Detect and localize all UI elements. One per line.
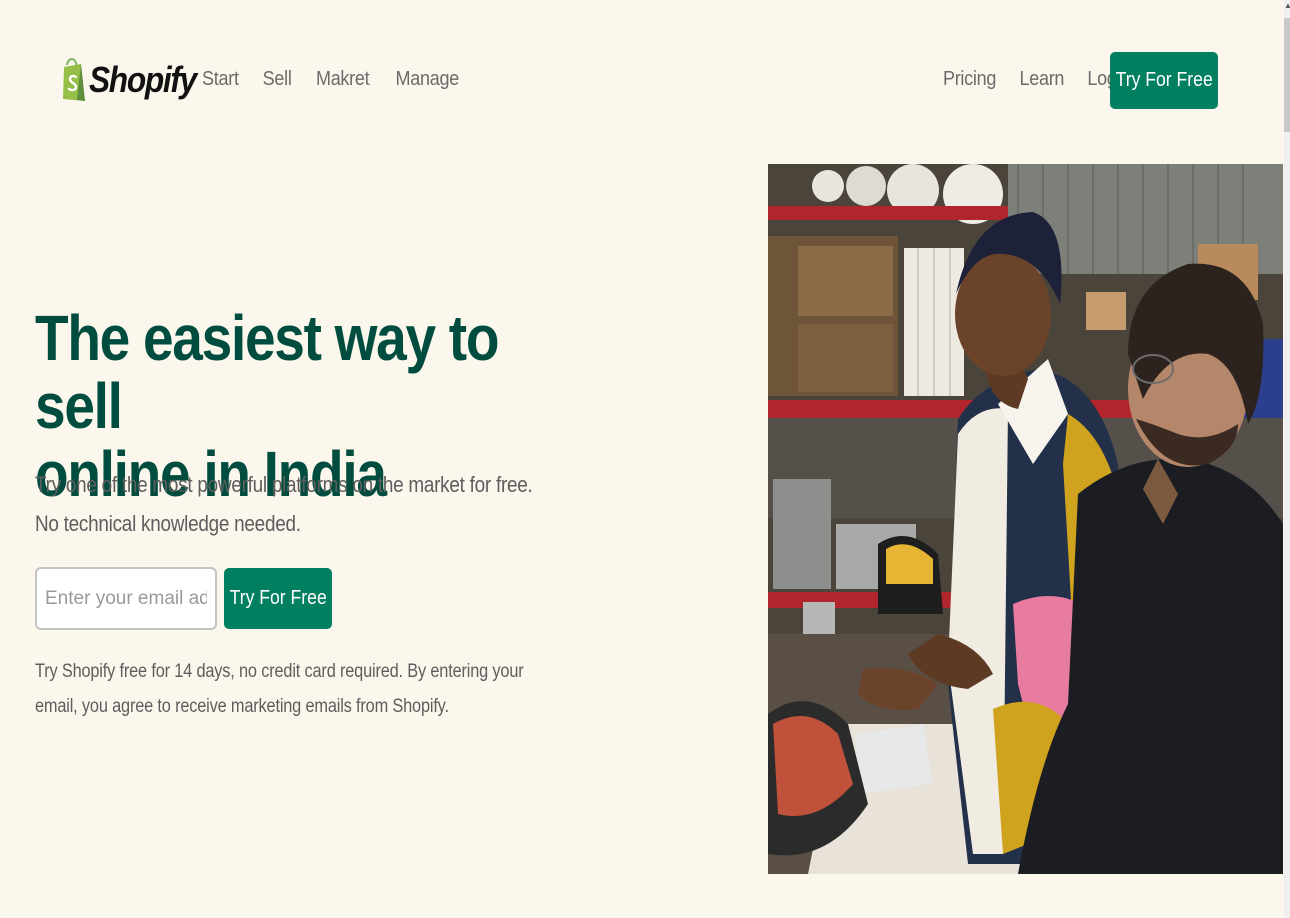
hero-subtitle: Try one of the most powerful platforms o…	[35, 472, 533, 536]
nav-try-for-free-label: Try For Free	[1115, 69, 1213, 91]
nav-link-sell[interactable]: Sell	[262, 68, 291, 91]
nav-link-market[interactable]: Makret	[316, 68, 370, 91]
hero-photo	[768, 164, 1283, 874]
scroll-thumb[interactable]	[1284, 18, 1290, 132]
nav-link-learn[interactable]: Learn	[1020, 68, 1065, 91]
nav-link-start[interactable]: Start	[202, 68, 239, 91]
nav-link-manage[interactable]: Manage	[396, 68, 460, 91]
logo-wordmark: Shopify	[89, 59, 197, 100]
hero-title-line-1: The easiest way to sell	[35, 302, 499, 442]
hero-try-for-free-label: Try For Free	[229, 587, 327, 609]
trial-disclaimer: Try Shopify free for 14 days, no credit …	[35, 661, 524, 717]
top-navigation: Shopify Start Sell Makret Manage Pricing…	[0, 0, 1284, 160]
nav-link-pricing[interactable]: Pricing	[943, 68, 996, 91]
secondary-nav: Pricing Learn Login	[940, 68, 1132, 91]
shopify-logo[interactable]: Shopify	[62, 57, 211, 103]
email-input[interactable]	[35, 567, 217, 630]
shopify-bag-icon	[62, 57, 86, 103]
page-scrollbar[interactable]: ▲	[1284, 0, 1290, 918]
nav-try-for-free-button[interactable]: Try For Free	[1110, 52, 1218, 109]
scroll-up-arrow-icon[interactable]: ▲	[1284, 0, 1290, 12]
hero-try-for-free-button[interactable]: Try For Free	[224, 568, 332, 629]
primary-nav: Start Sell Makret Manage	[200, 68, 463, 91]
